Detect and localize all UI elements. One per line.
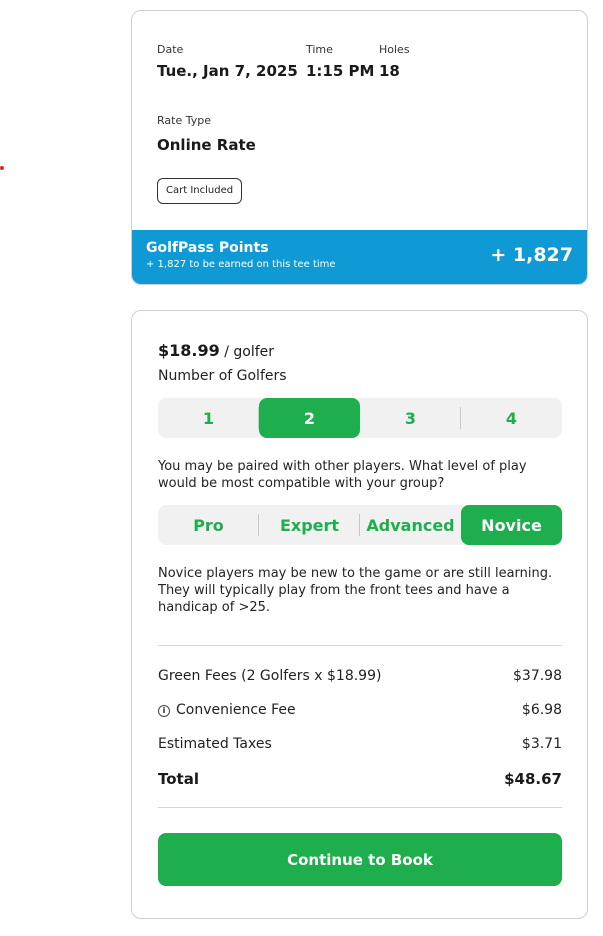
holes-label: Holes: [379, 43, 410, 56]
points-subtitle: + 1,827 to be earned on this tee time: [146, 259, 336, 270]
time-block: Time 1:15 PM: [306, 43, 379, 80]
level-description: Novice players may be new to the game or…: [158, 566, 553, 615]
total-row: Total $48.67: [158, 770, 562, 788]
fee-label: Convenience Fee: [176, 702, 296, 718]
play-level-selector: Pro Expert Advanced Novice: [158, 505, 562, 545]
golfers-option-3[interactable]: 3: [360, 398, 461, 438]
pairing-prompt: You may be paired with other players. Wh…: [158, 459, 527, 491]
golfers-label: Number of Golfers: [158, 368, 287, 384]
level-option-label: Pro: [193, 515, 224, 535]
level-option-advanced[interactable]: Advanced: [360, 505, 461, 545]
golfers-option-label: 1: [202, 408, 215, 428]
time-label: Time: [306, 43, 333, 56]
golfers-option-1[interactable]: 1: [158, 398, 259, 438]
total-amount: $48.67: [504, 770, 562, 788]
level-option-label: Novice: [481, 515, 542, 535]
golfers-option-2[interactable]: 2: [259, 398, 360, 438]
fee-label-wrap: i Convenience Fee: [158, 702, 296, 718]
holes-block: Holes 18: [379, 43, 410, 80]
fee-row-taxes: Estimated Taxes $3.71: [158, 736, 562, 752]
level-option-label: Advanced: [366, 515, 455, 535]
total-label: Total: [158, 770, 199, 788]
fee-row-green-fees: Green Fees (2 Golfers x $18.99) $37.98: [158, 668, 562, 684]
golfers-option-4[interactable]: 4: [461, 398, 562, 438]
holes-value: 18: [379, 62, 400, 80]
points-title: GolfPass Points: [146, 240, 269, 256]
divider: [158, 645, 562, 646]
golfers-option-label: 4: [505, 408, 518, 428]
golfers-selector: 1 2 3 4: [158, 398, 562, 438]
price-amount: $18.99: [158, 341, 220, 360]
level-option-expert[interactable]: Expert: [259, 505, 360, 545]
rate-type-value: Online Rate: [157, 136, 256, 154]
golfers-option-label: 2: [303, 408, 316, 428]
points-value: + 1,827: [490, 244, 573, 266]
continue-to-book-button[interactable]: Continue to Book: [158, 833, 562, 886]
booking-card: $18.99 / golfer Number of Golfers 1 2 3 …: [131, 310, 588, 919]
golfers-option-label: 3: [404, 408, 417, 428]
fee-amount: $3.71: [521, 736, 562, 752]
date-block: Date Tue., Jan 7, 2025: [157, 43, 306, 80]
rate-type-block: Rate Type Online Rate: [157, 114, 256, 154]
fee-row-convenience: i Convenience Fee $6.98: [158, 702, 562, 718]
fee-amount: $37.98: [513, 668, 562, 684]
divider: [158, 807, 562, 808]
cart-included-badge: Cart Included: [157, 178, 243, 204]
fee-label: Green Fees (2 Golfers x $18.99): [158, 668, 382, 684]
level-option-novice[interactable]: Novice: [461, 505, 562, 545]
info-icon[interactable]: i: [158, 705, 170, 717]
date-label: Date: [157, 43, 184, 56]
level-option-pro[interactable]: Pro: [158, 505, 259, 545]
tee-time-info: Date Tue., Jan 7, 2025 Time 1:15 PM Hole…: [157, 43, 410, 80]
fee-amount: $6.98: [521, 702, 562, 718]
golfpass-points-banner: GolfPass Points + 1,827 to be earned on …: [132, 230, 587, 284]
marker-dot: [0, 166, 4, 170]
price-per-golfer: $18.99 / golfer: [158, 341, 274, 360]
rate-type-label: Rate Type: [157, 114, 211, 127]
level-option-label: Expert: [279, 515, 340, 535]
time-value: 1:15 PM: [306, 62, 375, 80]
date-value: Tue., Jan 7, 2025: [157, 62, 298, 80]
fee-label: Estimated Taxes: [158, 736, 272, 752]
price-unit: / golfer: [224, 344, 275, 360]
tee-time-card: Date Tue., Jan 7, 2025 Time 1:15 PM Hole…: [131, 10, 588, 285]
